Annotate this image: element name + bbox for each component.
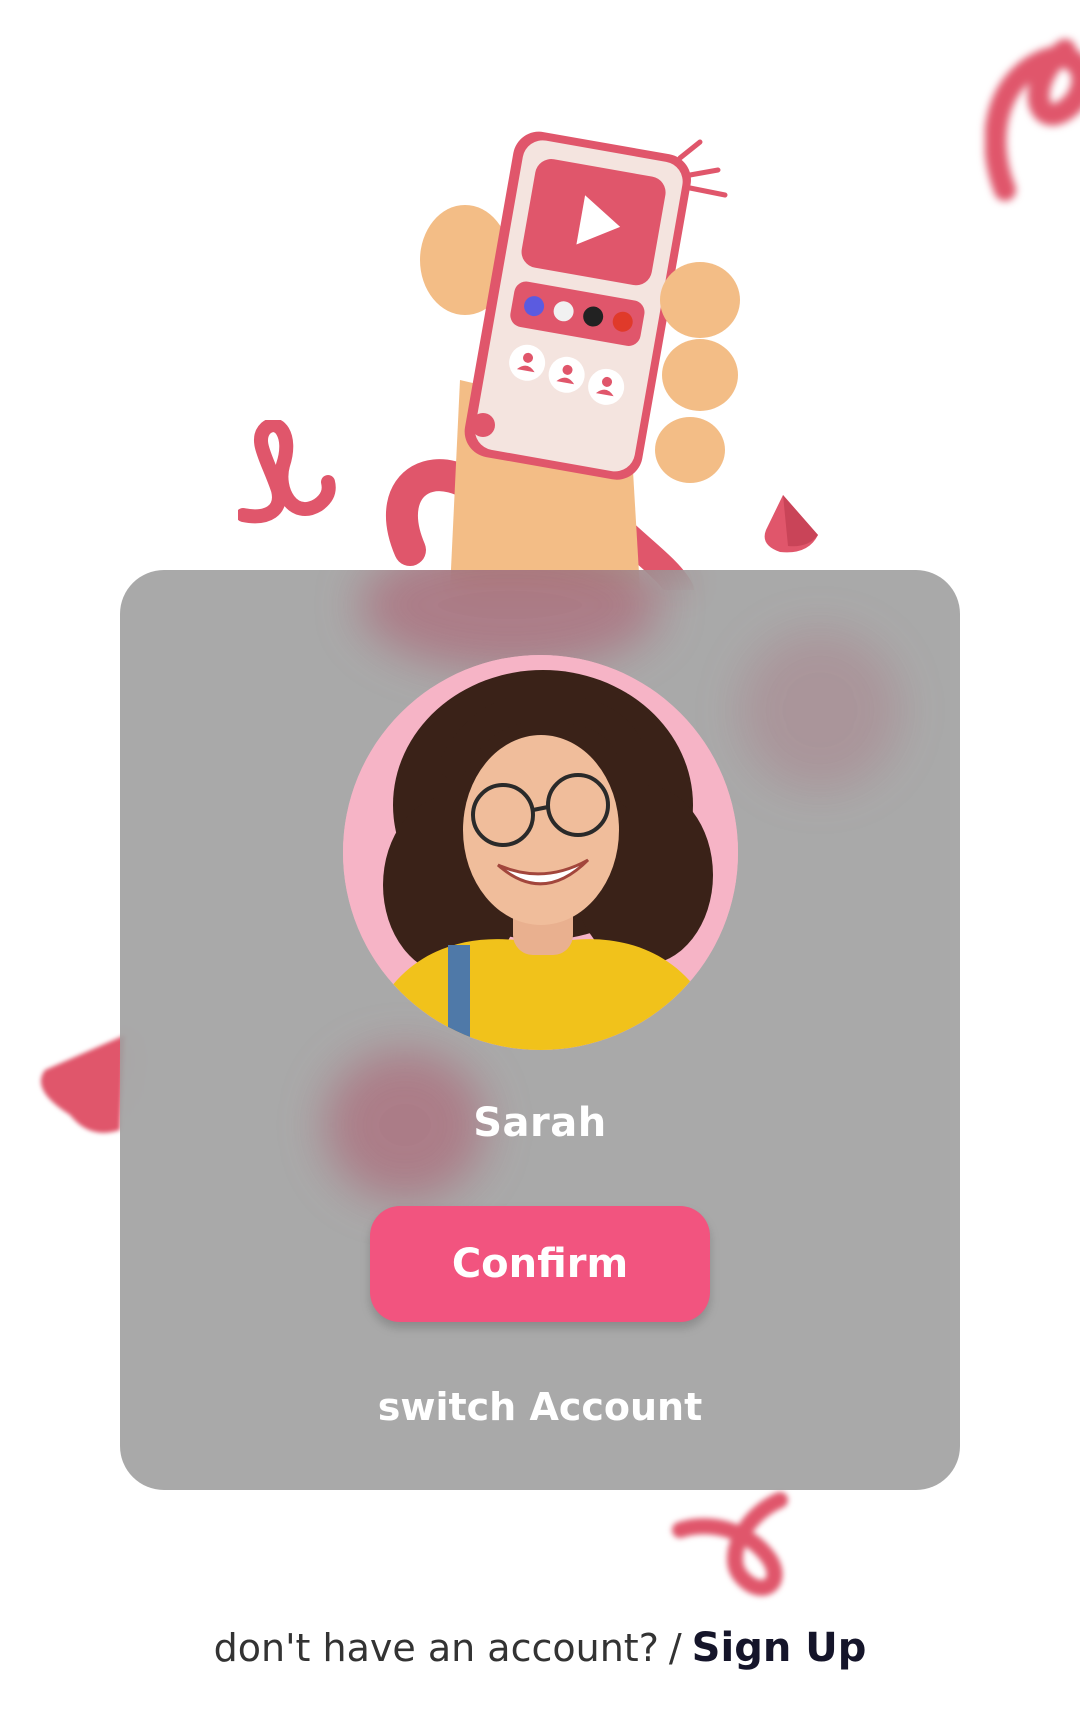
switch-account-link[interactable]: switch Account <box>120 1385 960 1429</box>
squiggle-decoration-icon <box>672 1492 788 1596</box>
account-confirm-card: Sarah Confirm switch Account <box>120 570 960 1490</box>
signup-question: don't have an account? <box>213 1626 659 1670</box>
user-name: Sarah <box>473 1100 607 1146</box>
user-photo <box>343 655 738 1050</box>
cone-decoration-icon <box>40 1035 125 1133</box>
card-background-blur <box>740 630 900 790</box>
card-background-blur <box>360 570 660 670</box>
phone-in-hand-illustration <box>386 131 740 590</box>
squiggle-decoration-icon <box>238 420 336 524</box>
signup-link[interactable]: Sign Up <box>692 1625 867 1671</box>
avatar <box>343 655 738 1050</box>
squiggle-decoration-icon <box>985 39 1080 201</box>
confirm-button[interactable]: Confirm <box>370 1206 710 1322</box>
signup-prompt: don't have an account? / Sign Up <box>0 1625 1080 1671</box>
separator: / <box>668 1626 682 1670</box>
